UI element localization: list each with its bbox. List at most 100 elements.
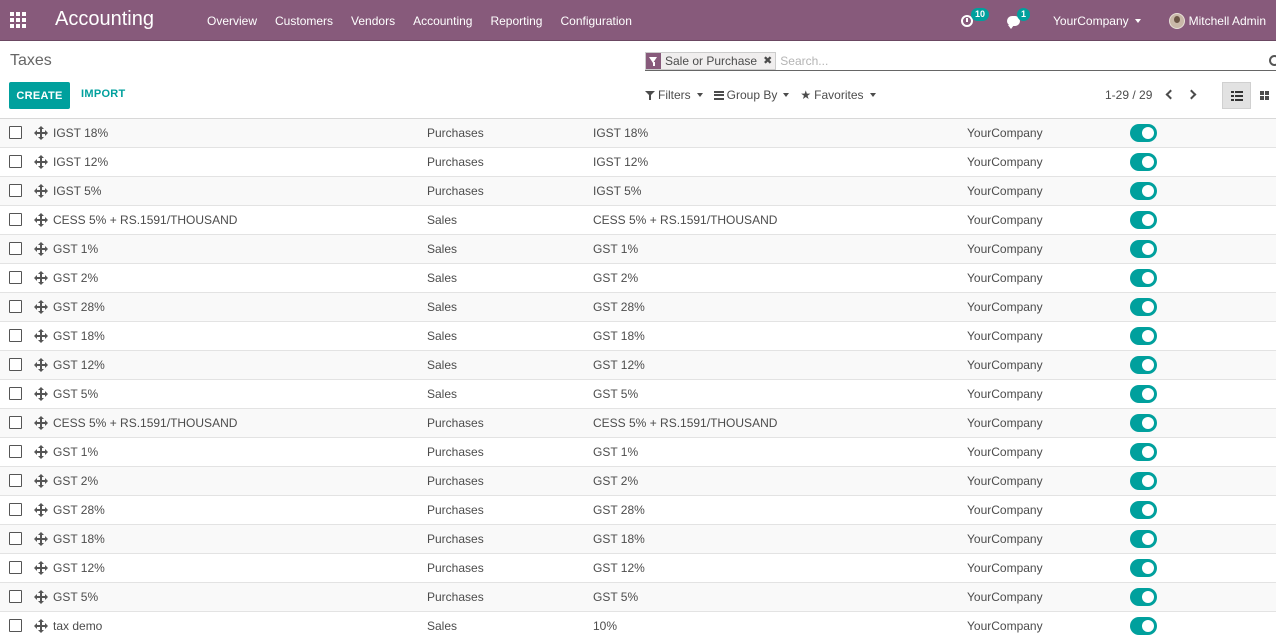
import-button[interactable]: IMPORT: [81, 88, 126, 100]
menu-item-vendors[interactable]: Vendors: [351, 14, 395, 28]
row-checkbox[interactable]: [9, 271, 22, 284]
search-input[interactable]: [780, 53, 1261, 68]
pager-value[interactable]: 1-29 / 29: [1105, 88, 1152, 102]
row-checkbox[interactable]: [9, 445, 22, 458]
favorites-dropdown[interactable]: ★ Favorites: [800, 88, 876, 102]
active-toggle[interactable]: [1130, 588, 1157, 606]
table-row[interactable]: IGST 12% Purchases IGST 12% YourCompany: [0, 148, 1276, 177]
row-checkbox[interactable]: [9, 474, 22, 487]
active-toggle[interactable]: [1130, 327, 1157, 345]
menu-item-configuration[interactable]: Configuration: [560, 14, 631, 28]
active-toggle[interactable]: [1130, 182, 1157, 200]
active-toggle[interactable]: [1130, 385, 1157, 403]
company-switcher[interactable]: YourCompany: [1053, 14, 1141, 28]
active-toggle[interactable]: [1130, 530, 1157, 548]
table-row[interactable]: GST 5% Purchases GST 5% YourCompany: [0, 583, 1276, 612]
user-menu[interactable]: Mitchell Admin: [1168, 12, 1266, 29]
drag-handle-icon[interactable]: [34, 532, 48, 546]
app-title[interactable]: Accounting: [55, 8, 154, 31]
row-checkbox[interactable]: [9, 561, 22, 574]
row-checkbox[interactable]: [9, 329, 22, 342]
drag-handle-icon[interactable]: [34, 184, 48, 198]
active-toggle[interactable]: [1130, 443, 1157, 461]
drag-handle-icon[interactable]: [34, 561, 48, 575]
table-row[interactable]: GST 28% Purchases GST 28% YourCompany: [0, 496, 1276, 525]
drag-handle-icon[interactable]: [34, 619, 48, 633]
drag-handle-icon[interactable]: [34, 213, 48, 227]
row-checkbox[interactable]: [9, 213, 22, 226]
row-checkbox[interactable]: [9, 126, 22, 139]
table-row[interactable]: IGST 5% Purchases IGST 5% YourCompany: [0, 177, 1276, 206]
drag-handle-icon[interactable]: [34, 387, 48, 401]
search-icon[interactable]: [1269, 55, 1276, 66]
table-row[interactable]: GST 2% Purchases GST 2% YourCompany: [0, 467, 1276, 496]
drag-handle-icon[interactable]: [34, 590, 48, 604]
drag-handle-icon[interactable]: [34, 300, 48, 314]
tax-name: GST 12%: [53, 561, 105, 575]
menu-item-overview[interactable]: Overview: [207, 14, 257, 28]
menu-item-customers[interactable]: Customers: [275, 14, 333, 28]
drag-handle-icon[interactable]: [34, 329, 48, 343]
table-row[interactable]: GST 2% Sales GST 2% YourCompany: [0, 264, 1276, 293]
filters-dropdown[interactable]: Filters: [645, 88, 703, 102]
kanban-view-button[interactable]: [1254, 82, 1276, 109]
drag-handle-icon[interactable]: [34, 445, 48, 459]
messaging-menu[interactable]: 1: [1007, 7, 1031, 29]
active-toggle[interactable]: [1130, 269, 1157, 287]
active-toggle[interactable]: [1130, 298, 1157, 316]
active-toggle[interactable]: [1130, 211, 1157, 229]
row-checkbox[interactable]: [9, 155, 22, 168]
drag-handle-icon[interactable]: [34, 271, 48, 285]
active-toggle[interactable]: [1130, 501, 1157, 519]
table-row[interactable]: GST 28% Sales GST 28% YourCompany: [0, 293, 1276, 322]
table-row[interactable]: CESS 5% + RS.1591/THOUSAND Sales CESS 5% +…: [0, 206, 1276, 235]
drag-handle-icon[interactable]: [34, 126, 48, 140]
table-row[interactable]: GST 1% Purchases GST 1% YourCompany: [0, 438, 1276, 467]
row-checkbox[interactable]: [9, 300, 22, 313]
groupby-dropdown[interactable]: Group By: [713, 88, 790, 102]
table-row[interactable]: GST 5% Sales GST 5% YourCompany: [0, 380, 1276, 409]
table-row[interactable]: tax demo Sales 10% YourCompany: [0, 612, 1276, 639]
list-view-button[interactable]: [1222, 82, 1251, 109]
table-row[interactable]: GST 18% Sales GST 18% YourCompany: [0, 322, 1276, 351]
active-toggle[interactable]: [1130, 153, 1157, 171]
row-checkbox[interactable]: [9, 503, 22, 516]
drag-handle-icon[interactable]: [34, 503, 48, 517]
apps-menu-icon[interactable]: [10, 12, 26, 28]
table-row[interactable]: IGST 18% Purchases IGST 18% YourCompany: [0, 119, 1276, 148]
table-row[interactable]: GST 12% Purchases GST 12% YourCompany: [0, 554, 1276, 583]
row-checkbox[interactable]: [9, 532, 22, 545]
drag-handle-icon[interactable]: [34, 416, 48, 430]
drag-handle-icon[interactable]: [34, 242, 48, 256]
active-toggle[interactable]: [1130, 240, 1157, 258]
row-checkbox[interactable]: [9, 619, 22, 632]
active-toggle[interactable]: [1130, 472, 1157, 490]
active-toggle[interactable]: [1130, 356, 1157, 374]
chevron-right-icon: [1186, 89, 1197, 100]
drag-handle-icon[interactable]: [34, 155, 48, 169]
pager-next-button[interactable]: [1186, 88, 1198, 102]
table-row[interactable]: GST 12% Sales GST 12% YourCompany: [0, 351, 1276, 380]
row-checkbox[interactable]: [9, 590, 22, 603]
facet-remove-icon[interactable]: ✖: [761, 52, 776, 69]
avatar: [1168, 12, 1185, 29]
table-row[interactable]: GST 18% Purchases GST 18% YourCompany: [0, 525, 1276, 554]
row-checkbox[interactable]: [9, 242, 22, 255]
drag-handle-icon[interactable]: [34, 474, 48, 488]
row-checkbox[interactable]: [9, 416, 22, 429]
row-checkbox[interactable]: [9, 387, 22, 400]
create-button[interactable]: CREATE: [9, 82, 70, 109]
table-row[interactable]: CESS 5% + RS.1591/THOUSAND Purchases CESS …: [0, 409, 1276, 438]
row-checkbox[interactable]: [9, 184, 22, 197]
pager-previous-button[interactable]: [1164, 88, 1176, 102]
menu-item-reporting[interactable]: Reporting: [490, 14, 542, 28]
table-row[interactable]: GST 1% Sales GST 1% YourCompany: [0, 235, 1276, 264]
active-toggle[interactable]: [1130, 124, 1157, 142]
active-toggle[interactable]: [1130, 617, 1157, 635]
activity-menu[interactable]: 10: [961, 7, 990, 29]
row-checkbox[interactable]: [9, 358, 22, 371]
active-toggle[interactable]: [1130, 559, 1157, 577]
drag-handle-icon[interactable]: [34, 358, 48, 372]
active-toggle[interactable]: [1130, 414, 1157, 432]
menu-item-accounting[interactable]: Accounting: [413, 14, 472, 28]
